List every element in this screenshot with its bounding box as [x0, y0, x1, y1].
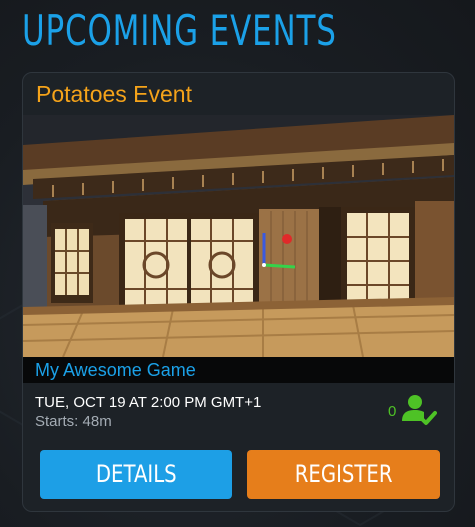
event-title: Potatoes Event	[36, 81, 192, 107]
register-button[interactable]: REGISTER	[247, 450, 440, 499]
event-datetime: TUE, OCT 19 AT 2:00 PM GMT+1	[35, 394, 262, 411]
game-name[interactable]: My Awesome Game	[35, 360, 196, 381]
register-button-label: REGISTER	[294, 460, 393, 488]
game-scene-image	[23, 115, 454, 357]
user-check-icon	[402, 395, 437, 425]
registered-count: 0	[388, 403, 397, 420]
game-name-bar: My Awesome Game	[23, 357, 454, 383]
details-button-label: DETAILS	[95, 460, 177, 488]
event-card[interactable]: Potatoes Event My Awesome Game TUE, OCT …	[22, 72, 455, 512]
details-button[interactable]: DETAILS	[40, 450, 232, 499]
page-title: UPCOMING EVENTS	[22, 6, 337, 55]
event-thumbnail[interactable]	[23, 115, 454, 357]
events-page: UPCOMING EVENTS Potatoes Event My Awesom…	[0, 0, 475, 527]
event-starts-in: Starts: 48m	[35, 413, 112, 430]
